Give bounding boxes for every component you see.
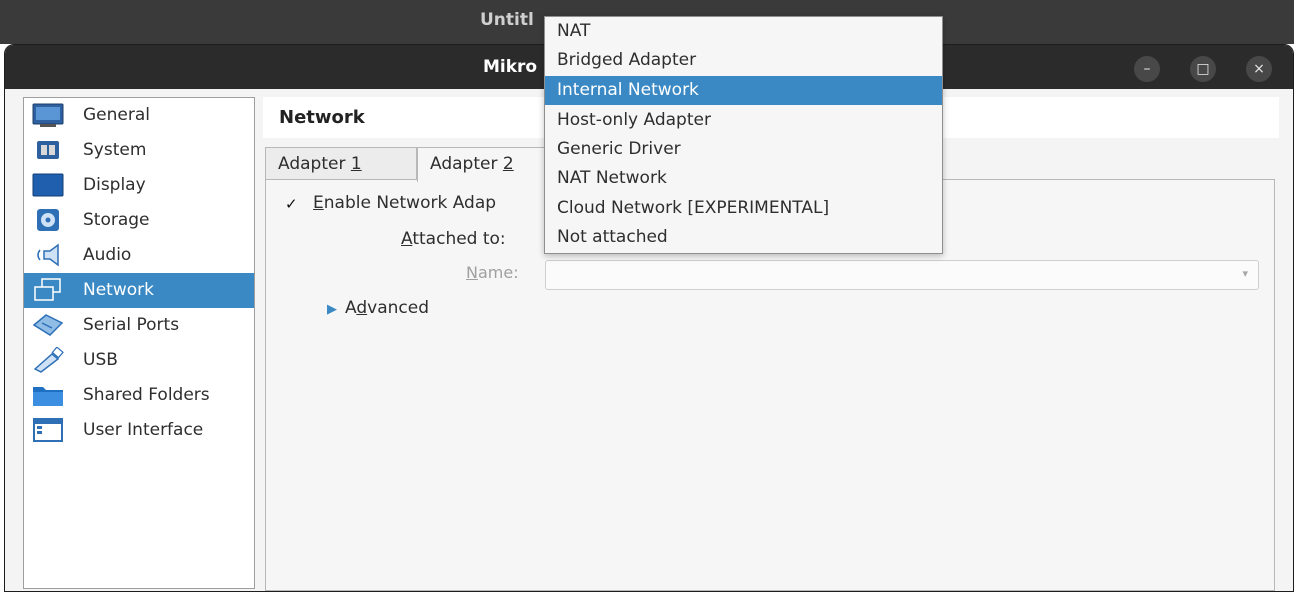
name-label-text: ame:: [477, 263, 519, 282]
close-button[interactable]: ×: [1246, 56, 1272, 82]
sidebar-item-audio[interactable]: Audio: [24, 238, 254, 273]
sidebar-item-label: Storage: [83, 210, 150, 230]
tab-adapter-1[interactable]: Adapter 1: [265, 147, 417, 180]
settings-sidebar: General System Display Storage Audio Net…: [23, 97, 255, 589]
page-title: Network: [279, 107, 365, 128]
sidebar-item-storage[interactable]: Storage: [24, 203, 254, 238]
minimize-button[interactable]: –: [1134, 56, 1160, 82]
sidebar-item-label: USB: [83, 350, 118, 370]
sidebar-item-label: Display: [83, 175, 146, 195]
expand-triangle-icon: ▶: [327, 302, 337, 317]
storage-icon: [37, 209, 59, 231]
dropdown-option-cloud-network[interactable]: Cloud Network [EXPERIMENTAL]: [545, 194, 942, 223]
tab-label: Adapter: [278, 154, 351, 174]
chevron-down-icon[interactable]: ▾: [1242, 267, 1248, 280]
display-icon: [32, 173, 64, 197]
sidebar-item-display[interactable]: Display: [24, 168, 254, 203]
dropdown-option-host-only-adapter[interactable]: Host-only Adapter: [545, 106, 942, 135]
tab-label: Adapter: [430, 154, 503, 174]
system-icon: [37, 141, 59, 159]
attached-to-dropdown: NAT Bridged Adapter Internal Network Hos…: [544, 16, 943, 254]
sidebar-item-label: Shared Folders: [83, 385, 210, 405]
attached-to-label: Attached to:: [401, 229, 506, 249]
tab-accel: 2: [502, 154, 514, 174]
sidebar-item-serial-ports[interactable]: Serial Ports: [24, 308, 254, 343]
name-accel: N: [466, 263, 478, 282]
audio-icon: [37, 243, 59, 267]
sidebar-item-system[interactable]: System: [24, 133, 254, 168]
enable-adapter-checkbox[interactable]: ✓: [285, 196, 301, 212]
sidebar-item-label: User Interface: [83, 420, 204, 440]
sidebar-item-label: Audio: [83, 245, 132, 265]
advanced-label-pre: A: [345, 298, 357, 318]
dropdown-option-internal-network[interactable]: Internal Network: [545, 76, 942, 105]
background-window-title: Untitl: [480, 10, 534, 30]
enable-adapter-label[interactable]: Enable Network Adap: [313, 193, 496, 213]
sidebar-item-label: General: [83, 105, 150, 125]
network-icon: [34, 278, 61, 301]
dialog-title: Mikro: [483, 57, 538, 77]
dropdown-option-nat-network[interactable]: NAT Network: [545, 164, 942, 193]
enable-label-text: nable Network Adap: [323, 193, 497, 213]
attached-accel: A: [401, 229, 413, 249]
sidebar-item-shared-folders[interactable]: Shared Folders: [24, 378, 254, 413]
tab-accel: 1: [350, 154, 362, 174]
general-icon: [32, 103, 64, 127]
shared-folders-icon: [33, 387, 63, 406]
sidebar-item-general[interactable]: General: [24, 98, 254, 133]
sidebar-item-label: System: [83, 140, 147, 160]
usb-icon: [33, 347, 64, 373]
advanced-label-rest: vanced: [367, 298, 429, 318]
serial-ports-icon: [32, 314, 64, 336]
sidebar-item-label: Serial Ports: [83, 315, 180, 335]
dropdown-option-generic-driver[interactable]: Generic Driver: [545, 135, 942, 164]
name-combobox[interactable]: ▾: [545, 260, 1259, 290]
attached-label-text: ttached to:: [412, 229, 506, 249]
sidebar-item-network[interactable]: Network: [24, 273, 254, 308]
sidebar-item-user-interface[interactable]: User Interface: [24, 413, 254, 448]
tab-adapter-2[interactable]: Adapter 2: [417, 147, 557, 182]
sidebar-item-usb[interactable]: USB: [24, 343, 254, 378]
name-label: Name:: [466, 263, 519, 282]
user-interface-icon: [33, 418, 63, 442]
dropdown-option-not-attached[interactable]: Not attached: [545, 223, 942, 252]
enable-accel: E: [313, 193, 324, 213]
advanced-accel: d: [356, 298, 368, 318]
sidebar-item-label: Network: [83, 280, 154, 300]
dropdown-option-nat[interactable]: NAT: [545, 17, 942, 46]
dropdown-option-bridged-adapter[interactable]: Bridged Adapter: [545, 46, 942, 75]
maximize-button[interactable]: □: [1190, 56, 1216, 82]
advanced-expander[interactable]: ▶ Advanced: [327, 298, 429, 318]
